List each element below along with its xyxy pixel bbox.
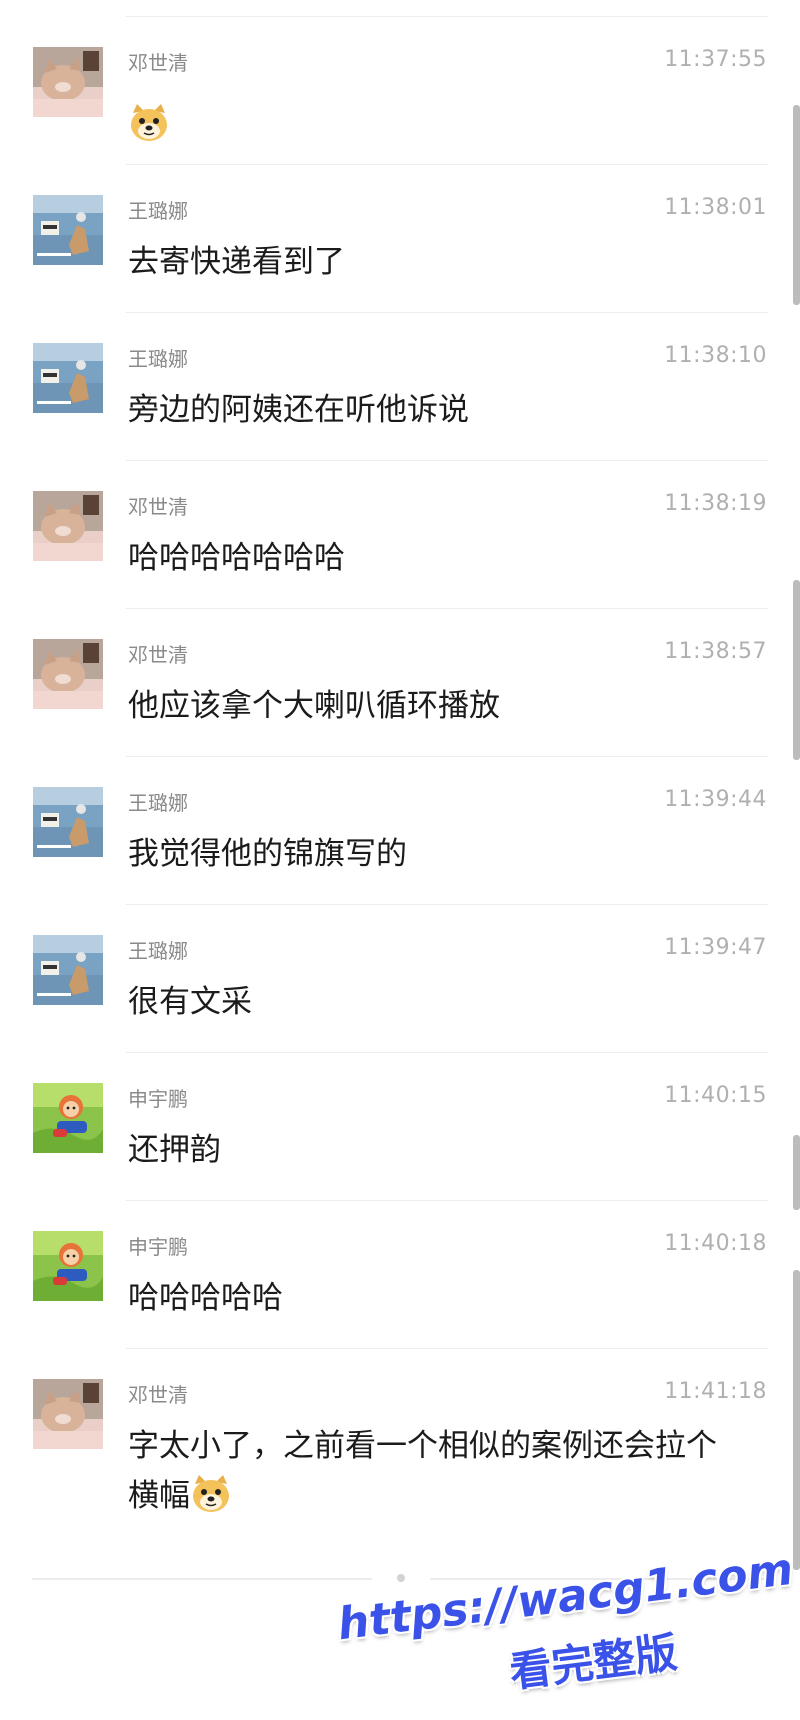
scrollbar[interactable] xyxy=(793,580,800,760)
message-text: 他应该拿个大喇叭循环播放 xyxy=(128,688,500,724)
scrollbar[interactable] xyxy=(793,1135,800,1210)
message-time: 11:37:55 xyxy=(664,47,767,72)
message-time: 11:40:18 xyxy=(664,1231,767,1256)
message-time: 11:38:10 xyxy=(664,343,767,368)
divider xyxy=(430,1578,770,1580)
message-text: 我觉得他的锦旗写的 xyxy=(128,836,407,872)
sender-name: 王璐娜 xyxy=(128,939,188,963)
chat-message[interactable]: 申宇鹏 11:40:15 还押韵 xyxy=(0,1053,800,1201)
scrollbar[interactable] xyxy=(793,105,800,305)
divider xyxy=(32,1578,372,1580)
doge-emoji xyxy=(128,103,170,143)
cat-avatar[interactable] xyxy=(33,639,103,709)
chat-message[interactable]: 邓世清 11:38:19 哈哈哈哈哈哈哈 xyxy=(0,461,800,609)
chat-history: 邓世清 11:37:55 王璐娜 11:38:01 去寄快递看到了 王璐娜 11… xyxy=(0,0,800,1713)
sender-name: 邓世清 xyxy=(128,643,188,667)
message-text: 旁边的阿姨还在听他诉说 xyxy=(128,392,469,428)
message-time: 11:38:19 xyxy=(664,491,767,516)
lake-avatar[interactable] xyxy=(33,935,103,1005)
message-time: 11:38:57 xyxy=(664,639,767,664)
chat-message[interactable]: 王璐娜 11:38:01 去寄快递看到了 xyxy=(0,165,800,313)
lake-avatar[interactable] xyxy=(33,195,103,265)
cat-avatar[interactable] xyxy=(33,491,103,561)
cartoon-avatar[interactable] xyxy=(33,1231,103,1301)
sender-name: 邓世清 xyxy=(128,495,188,519)
message-text: 哈哈哈哈哈哈哈 xyxy=(128,540,345,576)
message-time: 11:39:47 xyxy=(664,935,767,960)
chat-message[interactable]: 王璐娜 11:38:10 旁边的阿姨还在听他诉说 xyxy=(0,313,800,461)
message-time: 11:39:44 xyxy=(664,787,767,812)
message-text: 字太小了，之前看一个相似的案例还会拉个横幅 xyxy=(128,1421,728,1521)
sender-name: 申宇鹏 xyxy=(128,1087,188,1111)
sender-name: 王璐娜 xyxy=(128,347,188,371)
sender-name: 申宇鹏 xyxy=(128,1235,188,1259)
message-time: 11:38:01 xyxy=(664,195,767,220)
sender-name: 邓世清 xyxy=(128,51,188,75)
chat-message[interactable]: 申宇鹏 11:40:18 哈哈哈哈哈 xyxy=(0,1201,800,1349)
sender-name: 邓世清 xyxy=(128,1383,188,1407)
sender-name: 王璐娜 xyxy=(128,791,188,815)
message-text: 去寄快递看到了 xyxy=(128,244,345,280)
chat-message[interactable]: 邓世清 11:41:18 字太小了，之前看一个相似的案例还会拉个横幅 xyxy=(0,1349,800,1577)
message-time: 11:40:15 xyxy=(664,1083,767,1108)
lake-avatar[interactable] xyxy=(33,787,103,857)
cat-avatar[interactable] xyxy=(33,1379,103,1449)
scrollbar[interactable] xyxy=(793,1270,800,1570)
chat-message[interactable]: 王璐娜 11:39:47 很有文采 xyxy=(0,905,800,1053)
chat-message[interactable]: 邓世清 11:38:57 他应该拿个大喇叭循环播放 xyxy=(0,609,800,757)
chat-message[interactable]: 邓世清 11:37:55 xyxy=(0,17,800,165)
sender-name: 王璐娜 xyxy=(128,199,188,223)
message-time: 11:41:18 xyxy=(664,1379,767,1404)
message-text: 还押韵 xyxy=(128,1132,221,1168)
cartoon-avatar[interactable] xyxy=(33,1083,103,1153)
message-text: 很有文采 xyxy=(128,984,252,1020)
lake-avatar[interactable] xyxy=(33,343,103,413)
chat-message[interactable]: 王璐娜 11:39:44 我觉得他的锦旗写的 xyxy=(0,757,800,905)
doge-emoji xyxy=(190,1474,232,1514)
message-text: 哈哈哈哈哈 xyxy=(128,1280,283,1316)
page-indicator-dot xyxy=(397,1574,405,1582)
cat-avatar[interactable] xyxy=(33,47,103,117)
